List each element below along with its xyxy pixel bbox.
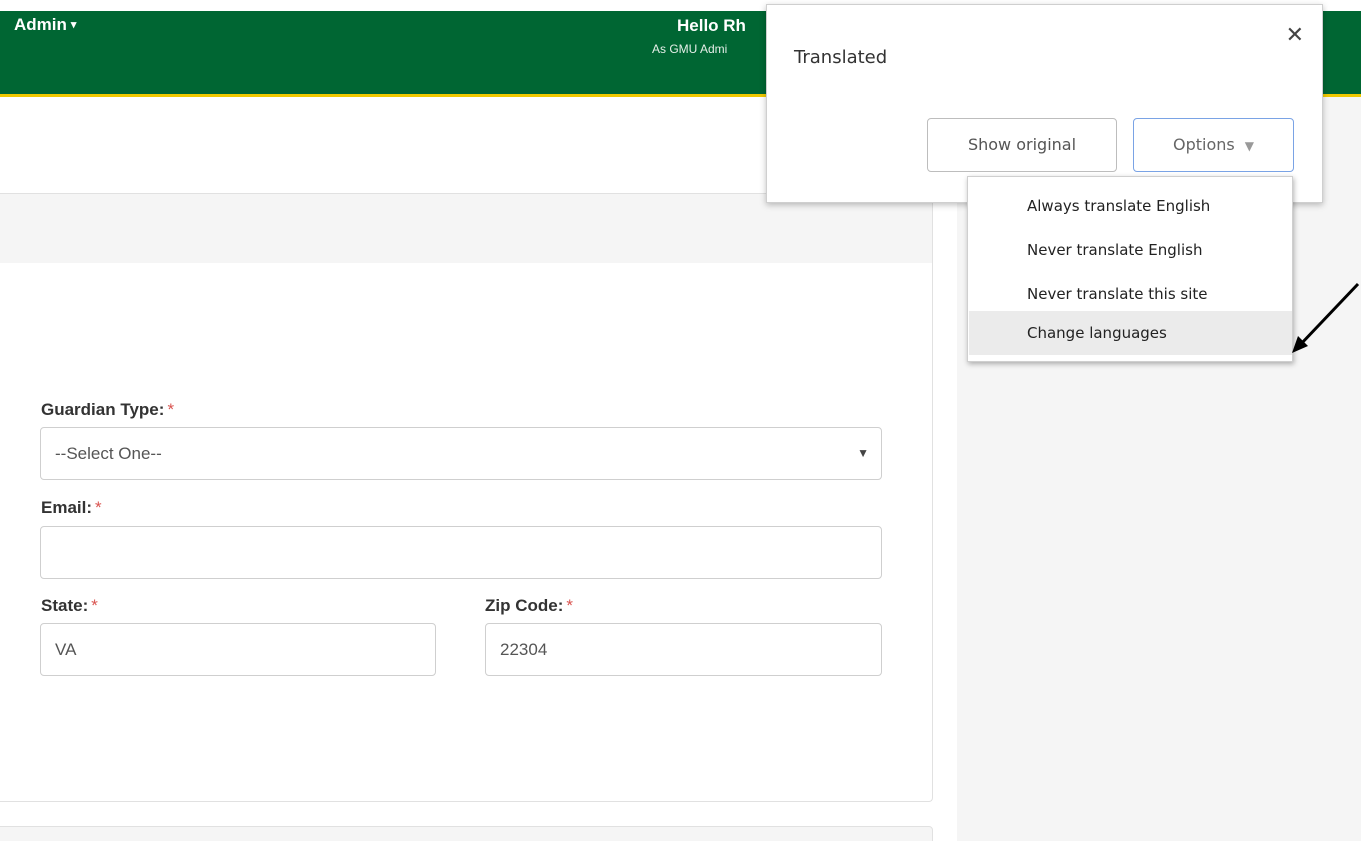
email-label: Email: * <box>41 498 102 517</box>
dropdown-caret-icon: ▼ <box>1244 139 1254 153</box>
state-label: State: * <box>41 596 98 615</box>
guardian-type-select[interactable]: --Select One-- ▼ <box>40 427 882 480</box>
show-original-button[interactable]: Show original <box>927 118 1117 172</box>
guardian-type-value: --Select One-- <box>55 444 162 463</box>
required-marker: * <box>91 596 98 615</box>
state-field[interactable]: VA <box>40 623 436 676</box>
zip-code-value: 22304 <box>500 640 548 659</box>
panel-header <box>0 193 933 264</box>
next-panel-header <box>0 826 933 841</box>
translate-popup-title: Translated <box>794 47 888 68</box>
admin-menu[interactable]: Admin ▾ <box>14 15 76 35</box>
zip-code-label: Zip Code: * <box>485 596 574 615</box>
menu-item-always-translate[interactable]: Always translate English <box>969 184 1292 228</box>
zip-code-field[interactable]: 22304 <box>485 623 882 676</box>
select-arrow-icon: ▼ <box>857 446 869 460</box>
menu-item-never-translate-language[interactable]: Never translate English <box>969 228 1292 272</box>
options-button-label: Options <box>1173 135 1235 154</box>
required-marker: * <box>167 400 175 419</box>
translate-popup: Translated ✕ Show original Options ▼ <box>766 4 1323 203</box>
guardian-type-label: Guardian Type: * <box>41 400 175 419</box>
options-button[interactable]: Options ▼ <box>1133 118 1294 172</box>
email-field[interactable] <box>40 526 882 579</box>
user-greeting: Hello Rh <box>677 16 746 35</box>
state-value: VA <box>55 640 77 659</box>
menu-item-change-languages[interactable]: Change languages <box>969 311 1292 355</box>
user-role: As GMU Admi <box>652 42 728 56</box>
required-marker: * <box>95 498 102 517</box>
admin-menu-label: Admin <box>14 15 67 34</box>
annotation-arrow-icon <box>1292 282 1360 353</box>
caret-down-icon: ▾ <box>70 19 77 31</box>
menu-item-never-translate-site[interactable]: Never translate this site <box>969 272 1292 316</box>
options-menu: Always translate English Never translate… <box>967 176 1293 362</box>
required-marker: * <box>566 596 574 615</box>
close-icon[interactable]: ✕ <box>1286 23 1304 48</box>
